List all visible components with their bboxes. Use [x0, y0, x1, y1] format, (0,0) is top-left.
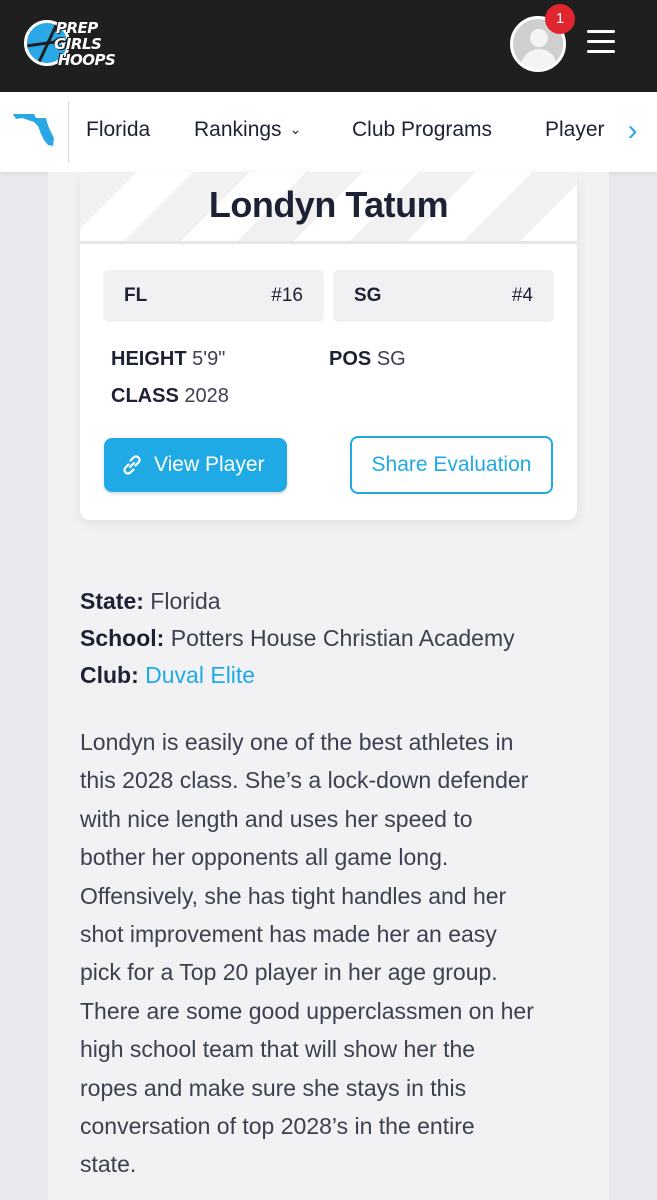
pos-value: SG: [376, 348, 406, 370]
evaluation-line: high school team that will show her the: [80, 1036, 476, 1063]
avatar-shoulders: [521, 49, 557, 69]
view-player-button[interactable]: View Player: [104, 438, 287, 492]
club-link[interactable]: Duval Elite: [145, 662, 255, 688]
evaluation-line: Offensively, she has tight handles and h…: [80, 882, 507, 909]
view-player-label: View Player: [154, 453, 265, 476]
pos-label: POS: [329, 348, 372, 370]
logo-word: HOOPS: [58, 51, 116, 69]
school-info: School: Potters House Christian Academy: [80, 625, 515, 652]
rank-value: #4: [511, 285, 533, 306]
chevron-down-icon: ⌄: [289, 121, 302, 137]
state-rank-box: FL #16: [104, 270, 323, 320]
rank-value: #16: [271, 285, 303, 306]
link-icon: [123, 455, 141, 475]
nav-label: Rankings: [194, 118, 282, 141]
class-value: 2028: [184, 385, 229, 407]
notification-badge[interactable]: 1: [545, 4, 575, 34]
player-card-header: Londyn Tatum: [80, 172, 577, 244]
logo-word: GIRLS: [54, 35, 102, 53]
player-name: Londyn Tatum: [208, 184, 449, 225]
rank-label: FL: [124, 285, 148, 306]
school-value: Potters House Christian Academy: [170, 625, 515, 651]
evaluation-line: with nice length and uses her speed to: [80, 805, 473, 832]
prep-girls-hoops-logo[interactable]: PREP GIRLS HOOPS: [22, 18, 118, 74]
position-stat: POS SG: [329, 348, 406, 371]
nav-item-player[interactable]: Player: [545, 118, 605, 142]
share-evaluation-button[interactable]: Share Evaluation: [350, 436, 553, 494]
hamburger-menu-icon[interactable]: [587, 30, 615, 54]
nav-item-florida[interactable]: Florida: [86, 118, 150, 142]
state-value: Florida: [150, 588, 221, 614]
height-label: HEIGHT: [111, 348, 187, 370]
nav-item-club-programs[interactable]: Club Programs: [352, 118, 492, 142]
chevron-right-icon[interactable]: ›: [608, 92, 657, 172]
rank-label: SG: [354, 285, 382, 306]
nav-label: Player: [545, 118, 605, 141]
state-label: State:: [80, 588, 144, 614]
nav-label: Club Programs: [352, 118, 493, 141]
evaluation-line: There are some good upperclassmen on her: [80, 997, 534, 1024]
nav-item-rankings[interactable]: Rankings ⌄: [194, 118, 301, 142]
club-label: Club:: [80, 662, 139, 688]
evaluation-line: ropes and make sure she stays in this: [80, 1074, 467, 1101]
evaluation-line: bother her opponents all game long.: [80, 844, 449, 871]
evaluation-line: shot improvement has made her an easy: [80, 921, 497, 948]
evaluation-line: Londyn is easily one of the best athlete…: [80, 729, 514, 755]
state-nav-bar: Florida Rankings ⌄ Club Programs Player ›: [0, 92, 657, 172]
florida-state-icon[interactable]: [12, 112, 56, 148]
evaluation-line: state.: [80, 1151, 137, 1178]
evaluation-line: this 2028 class. She’s a lock-down defen…: [80, 767, 529, 794]
height-value: 5'9": [192, 348, 226, 370]
logo-wordmark: PREP GIRLS HOOPS: [52, 20, 122, 68]
evaluation-line: conversation of top 2028’s in the entire: [80, 1113, 475, 1140]
player-card: Londyn Tatum FL #16 SG #4 HEIGHT 5'9" PO…: [80, 172, 577, 520]
class-stat: CLASS 2028: [111, 385, 229, 408]
evaluation-line: pick for a Top 20 player in her age grou…: [80, 959, 498, 986]
nav-label: Florida: [86, 118, 151, 141]
club-info: Club: Duval Elite: [80, 662, 255, 689]
site-header: PREP GIRLS HOOPS 1: [0, 0, 657, 92]
position-rank-box: SG #4: [334, 270, 553, 320]
state-info: State: Florida: [80, 588, 221, 615]
class-label: CLASS: [111, 385, 179, 407]
height-stat: HEIGHT 5'9": [111, 348, 225, 371]
avatar-head: [530, 29, 548, 47]
evaluation-text: Londyn is easily one of the best athlete…: [80, 723, 580, 1184]
nav-divider: [68, 102, 69, 162]
logo-word: PREP: [56, 19, 98, 37]
school-label: School:: [80, 625, 165, 651]
